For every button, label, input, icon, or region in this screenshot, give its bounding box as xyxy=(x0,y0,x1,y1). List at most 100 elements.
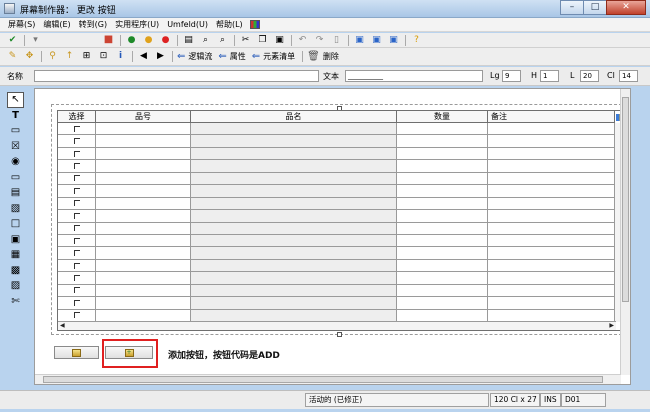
table-cell[interactable] xyxy=(397,234,488,247)
table-cell[interactable] xyxy=(488,185,616,197)
table-cell[interactable] xyxy=(191,297,397,309)
select-cell[interactable] xyxy=(58,185,96,197)
select-cell[interactable] xyxy=(58,147,96,160)
table-cell[interactable] xyxy=(191,247,397,259)
table-cell[interactable] xyxy=(488,147,616,160)
text-field-icon[interactable]: T xyxy=(7,108,24,124)
other-object-icon[interactable]: ⊡ xyxy=(97,51,110,63)
row-checkbox[interactable] xyxy=(73,287,80,294)
row-checkbox[interactable] xyxy=(73,175,80,182)
table-cell[interactable] xyxy=(96,259,191,272)
box-icon[interactable]: □ xyxy=(7,216,24,232)
undo-icon[interactable]: ↶ xyxy=(296,34,309,46)
select-cell[interactable] xyxy=(58,272,96,284)
tabstrip-wizard-icon[interactable]: ▧ xyxy=(7,201,24,217)
select-cell[interactable] xyxy=(58,284,96,297)
table-cell[interactable] xyxy=(96,222,191,234)
select-cell[interactable] xyxy=(58,210,96,222)
table-cell[interactable] xyxy=(96,284,191,297)
col-header-item-name[interactable]: 品名 xyxy=(191,111,397,123)
table-cell[interactable] xyxy=(488,234,616,247)
table-cell[interactable] xyxy=(191,234,397,247)
attributes-button[interactable]: ⇐ 属性 xyxy=(218,51,245,62)
row-checkbox[interactable] xyxy=(73,237,80,244)
canvas-vertical-scrollbar[interactable] xyxy=(620,89,630,375)
command-field-icon[interactable]: ▾ xyxy=(29,34,42,46)
table-cell[interactable] xyxy=(488,247,616,259)
table-cell[interactable] xyxy=(191,222,397,234)
table-cell[interactable] xyxy=(191,309,397,321)
table-cell[interactable] xyxy=(397,247,488,259)
table-cell[interactable] xyxy=(96,272,191,284)
select-cell[interactable] xyxy=(58,160,96,172)
col-header-quantity[interactable]: 数量 xyxy=(397,111,488,123)
select-cell[interactable] xyxy=(58,123,96,135)
table-cell[interactable] xyxy=(488,160,616,172)
table-cell[interactable] xyxy=(191,172,397,185)
layout-icon-3[interactable]: ▣ xyxy=(387,34,400,46)
row-checkbox[interactable] xyxy=(73,225,80,232)
table-cell[interactable] xyxy=(488,210,616,222)
select-cell[interactable] xyxy=(58,297,96,309)
table-cell[interactable] xyxy=(191,284,397,297)
table-cell[interactable] xyxy=(191,185,397,197)
tabstrip-icon[interactable]: ▤ xyxy=(7,185,24,201)
table-cell[interactable] xyxy=(397,123,488,135)
back-icon[interactable]: ● xyxy=(125,34,138,46)
select-cell[interactable] xyxy=(58,247,96,259)
table-cell[interactable] xyxy=(96,185,191,197)
table-cell[interactable] xyxy=(488,272,616,284)
scroll-thumb[interactable] xyxy=(622,97,629,302)
table-cell[interactable] xyxy=(397,309,488,321)
table-cell[interactable] xyxy=(397,259,488,272)
name-field[interactable] xyxy=(34,70,319,82)
help-icon[interactable]: ? xyxy=(410,34,423,46)
save-icon[interactable]: ■ xyxy=(102,34,115,46)
lg-field[interactable]: 9 xyxy=(502,70,521,82)
table-cell[interactable] xyxy=(96,135,191,147)
table-cell[interactable] xyxy=(488,259,616,272)
table-cell[interactable] xyxy=(191,123,397,135)
row-checkbox[interactable] xyxy=(73,200,80,207)
select-cell[interactable] xyxy=(58,259,96,272)
table-cell[interactable] xyxy=(397,160,488,172)
table-cell[interactable] xyxy=(96,234,191,247)
select-cell[interactable] xyxy=(58,135,96,147)
scroll-left-icon[interactable]: ◀ xyxy=(60,323,65,329)
h-field[interactable]: 1 xyxy=(540,70,559,82)
table-wizard-icon[interactable]: ▩ xyxy=(7,263,24,279)
menu-environment[interactable]: Umfeld(U) xyxy=(163,20,212,29)
table-cell[interactable] xyxy=(191,135,397,147)
table-cell[interactable] xyxy=(96,309,191,321)
resize-handle[interactable] xyxy=(337,332,342,337)
next-icon[interactable]: ▶ xyxy=(154,51,167,63)
cancel-icon[interactable]: ● xyxy=(159,34,172,46)
table-cell[interactable] xyxy=(96,147,191,160)
row-checkbox[interactable] xyxy=(73,262,80,269)
table-cell[interactable] xyxy=(96,210,191,222)
table-cell[interactable] xyxy=(488,172,616,185)
table-cell[interactable] xyxy=(191,210,397,222)
prev-icon[interactable]: ◀ xyxy=(137,51,150,63)
exit-icon[interactable]: ● xyxy=(142,34,155,46)
menu-edit[interactable]: 编辑(E) xyxy=(39,19,74,30)
table-control-icon[interactable]: ▦ xyxy=(7,247,24,263)
table-cell[interactable] xyxy=(191,197,397,210)
select-cell[interactable] xyxy=(58,309,96,321)
table-horizontal-scrollbar[interactable]: ◀ ▶ xyxy=(58,321,616,330)
table-cell[interactable] xyxy=(397,297,488,309)
select-cell[interactable] xyxy=(58,197,96,210)
row-checkbox[interactable] xyxy=(73,163,80,170)
table-control[interactable]: 选择 品号 品名 数量 备注 ◀ ▶ xyxy=(57,110,625,331)
table-cell[interactable] xyxy=(96,123,191,135)
row-checkbox[interactable] xyxy=(73,274,80,281)
redo-icon[interactable]: ↷ xyxy=(313,34,326,46)
pointer-icon[interactable]: ↖ xyxy=(7,92,24,108)
table-cell[interactable] xyxy=(397,185,488,197)
row-checkbox[interactable] xyxy=(73,138,80,145)
hierarchy-icon[interactable]: ⊞ xyxy=(80,51,93,63)
table-cell[interactable] xyxy=(397,272,488,284)
table-cell[interactable] xyxy=(488,297,616,309)
menu-help[interactable]: 帮助(L) xyxy=(212,19,247,30)
table-cell[interactable] xyxy=(488,222,616,234)
